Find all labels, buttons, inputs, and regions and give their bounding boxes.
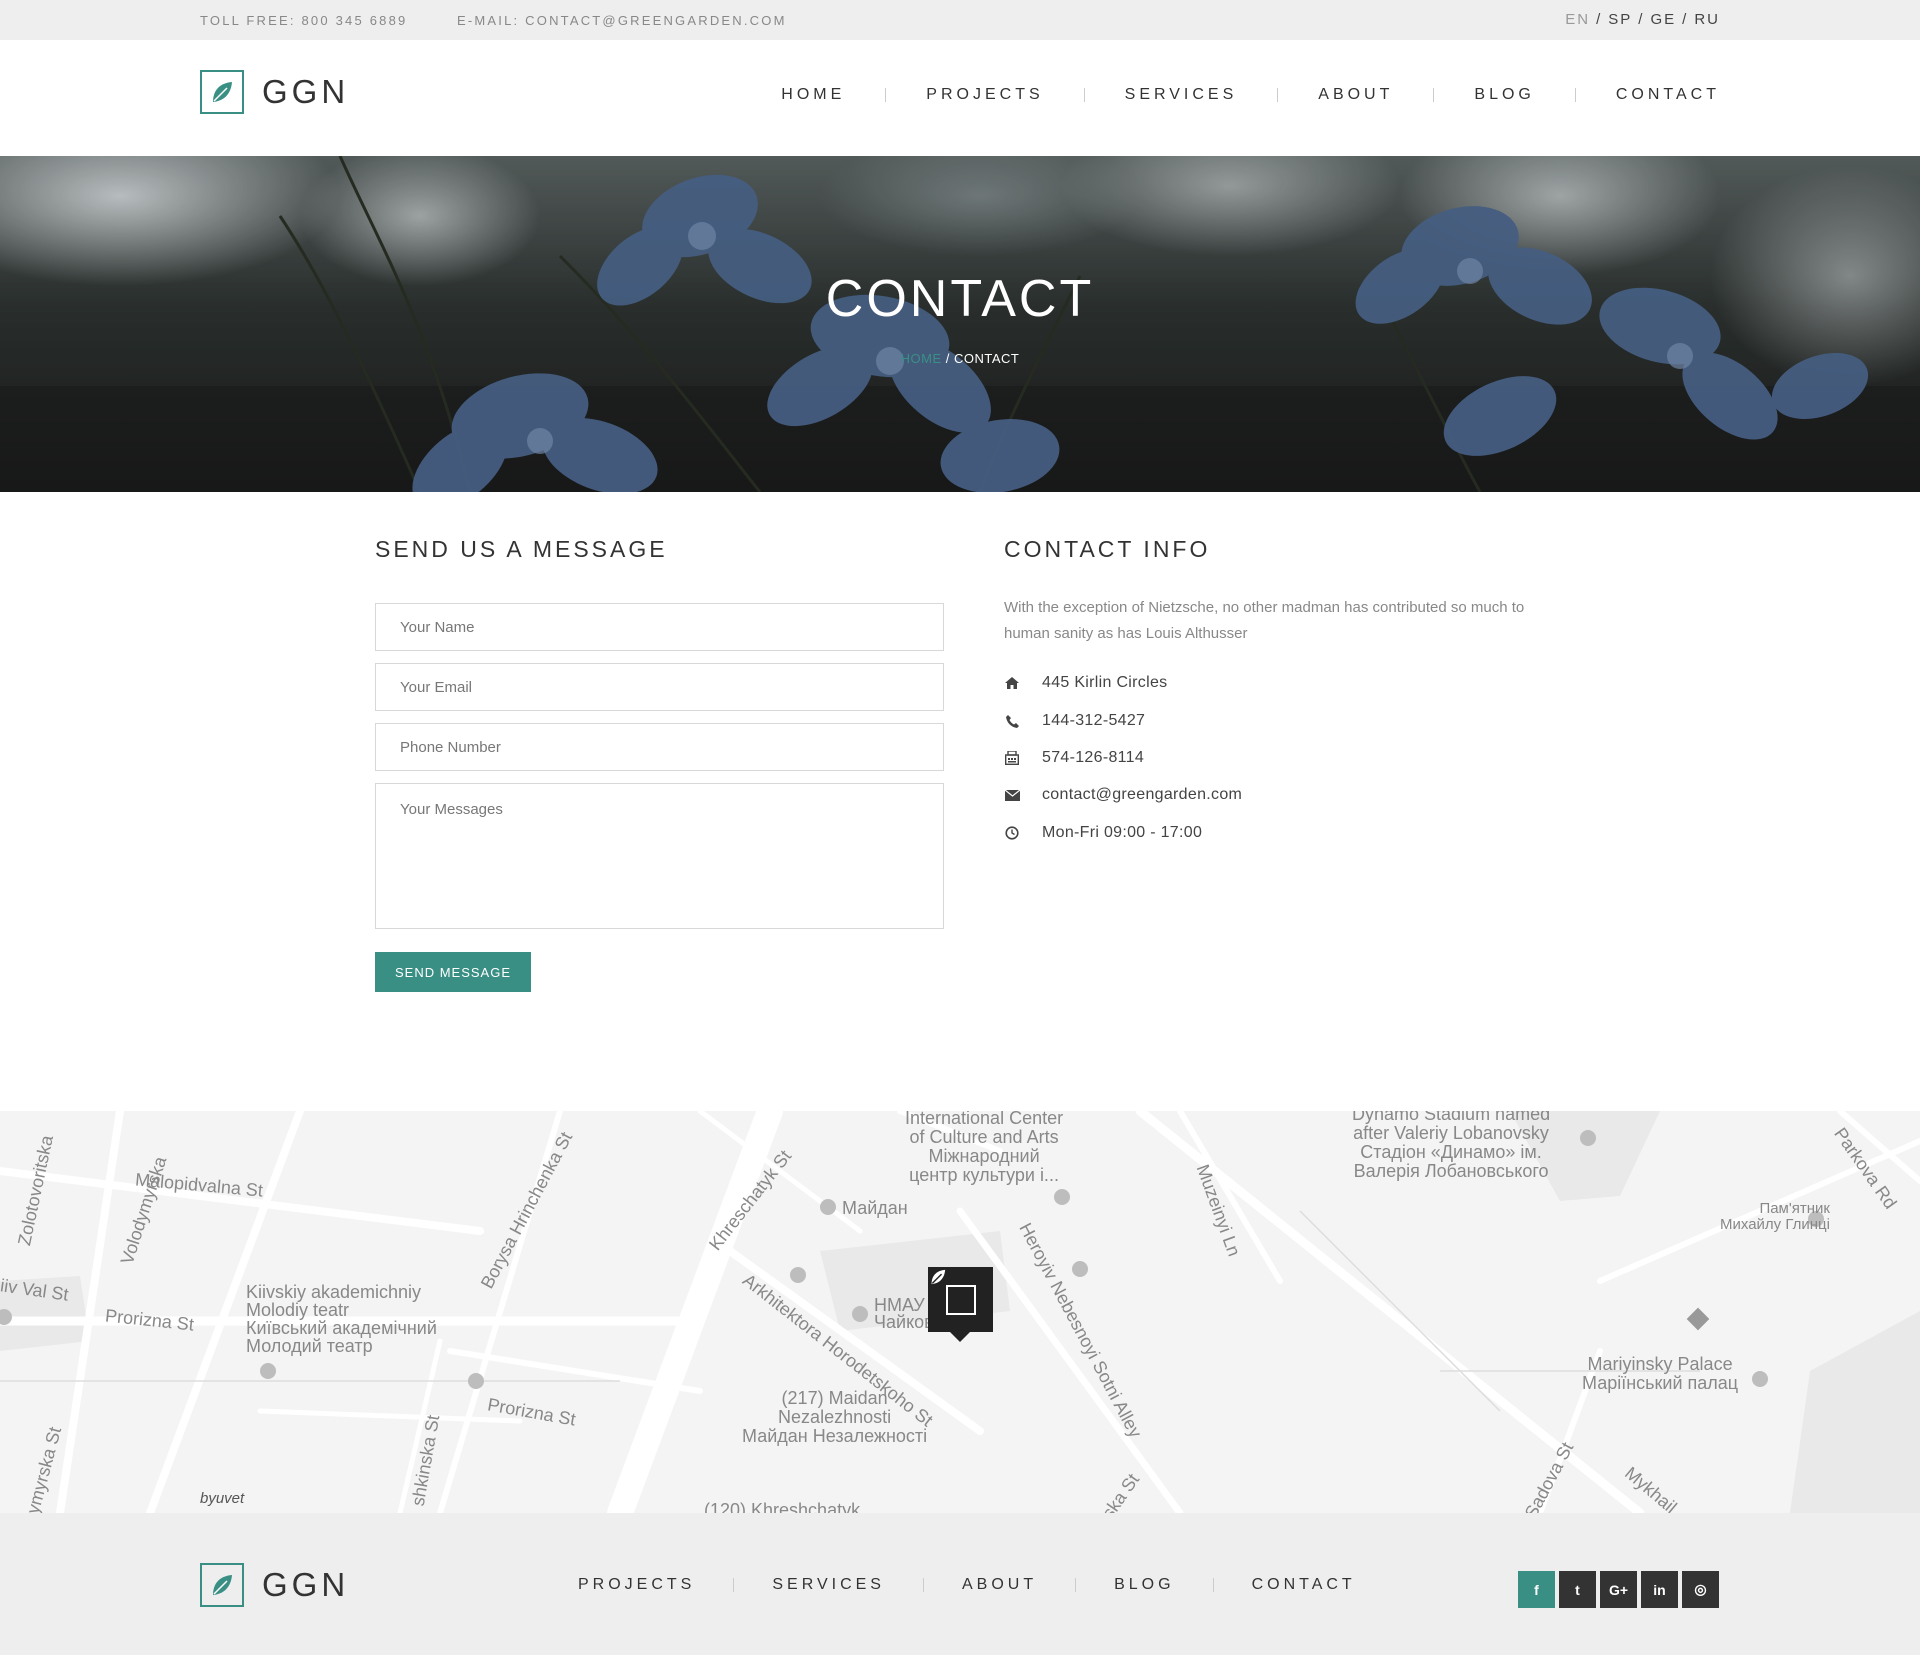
leaf-icon <box>200 1563 244 1607</box>
map-label-monument: Пам'ятник Михайлу Глинці <box>1720 1200 1830 1233</box>
logo-text: GGN <box>262 1566 350 1603</box>
home-icon <box>1004 675 1020 691</box>
twitter-icon[interactable]: t <box>1559 1571 1596 1608</box>
leaf-icon <box>200 70 244 114</box>
language-switcher: EN / SP / GE / RU <box>1565 11 1720 28</box>
nav-divider <box>1075 1578 1077 1592</box>
logo[interactable]: GGN <box>200 70 349 114</box>
breadcrumb-home[interactable]: HOME <box>901 351 942 366</box>
hero-banner: CONTACT HOME / CONTACT <box>0 156 1920 492</box>
lang-sp[interactable]: SP <box>1608 11 1632 28</box>
email-text[interactable]: contact@greengarden.com <box>1042 786 1242 804</box>
footer-logo[interactable]: GGN <box>200 1563 349 1607</box>
fax-icon <box>1004 750 1020 766</box>
address-text: 445 Kirlin Circles <box>1042 674 1168 691</box>
nav-divider <box>1083 88 1085 102</box>
nav-divider <box>885 88 887 102</box>
logo-text: GGN <box>262 73 350 110</box>
breadcrumb: HOME / CONTACT <box>0 351 1920 366</box>
top-bar: TOLL FREE: 800 345 6889 E-MAIL: CONTACT@… <box>0 0 1920 40</box>
nav-blog[interactable]: BLOG <box>1474 86 1534 104</box>
email-text[interactable]: E-MAIL: CONTACT@GREENGARDEN.COM <box>457 13 787 28</box>
toll-free-text: TOLL FREE: 800 345 6889 <box>200 13 408 28</box>
nav-contact[interactable]: CONTACT <box>1616 86 1720 104</box>
map-label-culture-center: International Center of Culture and Arts М… <box>905 1111 1064 1185</box>
clock-icon <box>1004 825 1020 841</box>
email-field[interactable]: Your Email <box>375 663 944 711</box>
location-map[interactable]: International Center of Culture and Arts М… <box>0 1111 1920 1513</box>
page-title: CONTACT <box>825 270 1095 328</box>
nav-divider <box>1574 88 1576 102</box>
footer-nav-about[interactable]: ABOUT <box>962 1576 1037 1594</box>
phone-row: 144-312-5427 <box>1004 712 1145 730</box>
contact-intro: With the exception of Nietzsche, no othe… <box>1004 599 1525 642</box>
message-field[interactable]: Your Messages <box>375 783 944 929</box>
breadcrumb-separator: / <box>941 351 954 366</box>
fax-text: 574-126-8114 <box>1042 749 1145 766</box>
nav-divider <box>1277 88 1279 102</box>
hours-text: Mon-Fri 09:00 - 17:00 <box>1042 824 1203 841</box>
phone-field[interactable]: Phone Number <box>375 723 944 771</box>
map-label-byuvet: byuvet <box>200 1490 245 1507</box>
map-label-khreshchatyk: (120) Khreshchatyk <box>704 1500 861 1514</box>
footer-nav-services[interactable]: SERVICES <box>772 1576 885 1594</box>
nav-home[interactable]: HOME <box>781 86 845 104</box>
map-label-maidan-nezalezhnosti: (217) Maidan Nezalezhnosti Майдан Незалежн… <box>742 1388 928 1446</box>
message-placeholder: Your Messages <box>400 801 503 818</box>
nav-divider <box>922 1578 924 1592</box>
nav-projects[interactable]: PROJECTS <box>926 86 1043 104</box>
nav-divider <box>733 1578 735 1592</box>
contact-info-title: CONTACT INFO <box>1004 536 1211 562</box>
footer-nav-projects[interactable]: PROJECTS <box>578 1576 695 1594</box>
nav-about[interactable]: ABOUT <box>1318 86 1393 104</box>
lang-ru[interactable]: RU <box>1694 11 1720 28</box>
facebook-icon[interactable]: f <box>1518 1571 1555 1608</box>
map-label-maidan: Майдан <box>842 1198 908 1218</box>
fax-row: 574-126-8114 <box>1004 749 1144 767</box>
lang-ge[interactable]: GE <box>1650 11 1676 28</box>
form-title: SEND US A MESSAGE <box>375 536 668 562</box>
breadcrumb-current: CONTACT <box>953 351 1020 366</box>
hours-row: Mon-Fri 09:00 - 17:00 <box>1004 824 1202 842</box>
footer-nav-blog[interactable]: BLOG <box>1114 1576 1174 1594</box>
map-location-marker[interactable] <box>928 1267 993 1342</box>
map-label-theatre: Kiivskiy akademichniy Molodiy teatr Київсь… <box>246 1282 437 1356</box>
phone-placeholder: Phone Number <box>400 738 501 756</box>
email-placeholder: Your Email <box>400 678 472 696</box>
lang-en[interactable]: EN <box>1565 11 1590 28</box>
google-plus-icon[interactable]: G+ <box>1600 1571 1637 1608</box>
map-label-nmau: НМАУ Чайков <box>874 1295 934 1332</box>
footer-nav: PROJECTS SERVICES ABOUT BLOG CONTACT <box>578 1576 1356 1594</box>
map-label-mariyinsky-palace: Mariyinsky Palace Маріїнський палац <box>1582 1354 1739 1393</box>
name-placeholder: Your Name <box>400 618 475 636</box>
map-label-dynamo-stadium: Dynamo Stadium named after Valeriy Lobano… <box>1352 1111 1551 1181</box>
send-message-button[interactable]: SEND MESSAGE <box>375 952 531 992</box>
linkedin-icon[interactable]: in <box>1641 1571 1678 1608</box>
phone-icon <box>1004 713 1020 729</box>
site-header: GGN HOME PROJECTS SERVICES ABOUT BLOG CO… <box>0 40 1920 156</box>
social-links: f t G+ in ◎ <box>1518 1571 1723 1608</box>
site-footer: GGN PROJECTS SERVICES ABOUT BLOG CONTACT… <box>0 1513 1920 1655</box>
instagram-icon[interactable]: ◎ <box>1682 1571 1719 1608</box>
email-row: contact@greengarden.com <box>1004 786 1242 804</box>
envelope-icon <box>1004 787 1020 803</box>
leaf-icon <box>931 1269 976 1315</box>
address-row: 445 Kirlin Circles <box>1004 674 1167 692</box>
footer-nav-contact[interactable]: CONTACT <box>1252 1576 1356 1594</box>
name-field[interactable]: Your Name <box>375 603 944 651</box>
nav-services[interactable]: SERVICES <box>1125 86 1238 104</box>
nav-divider <box>1212 1578 1214 1592</box>
nav-divider <box>1433 88 1435 102</box>
main-nav: HOME PROJECTS SERVICES ABOUT BLOG CONTAC… <box>781 86 1720 104</box>
phone-text: 144-312-5427 <box>1042 712 1146 729</box>
